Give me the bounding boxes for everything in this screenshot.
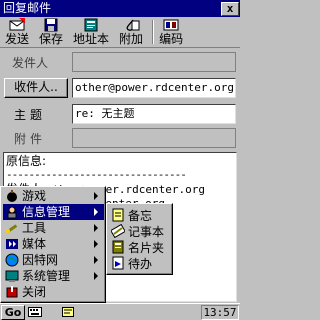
subject-label: 主题 — [14, 108, 47, 122]
menu-item-label: 系统管理 — [22, 269, 71, 283]
send-icon — [9, 18, 25, 31]
business-card-icon — [112, 240, 124, 254]
close-button[interactable]: x — [221, 1, 239, 16]
recipients-field[interactable]: other@power.rdcenter.org — [72, 78, 236, 98]
menu-item-internet[interactable]: 因特网 — [3, 252, 104, 268]
media-icon — [6, 239, 18, 249]
info-management-icon — [7, 206, 17, 219]
menu-item-info-management[interactable]: 信息管理 — [3, 204, 104, 220]
submenu-arrow-icon — [94, 192, 98, 200]
subject-field[interactable]: re: 无主题 — [72, 104, 236, 124]
window-title: 回复邮件 — [3, 1, 52, 15]
keyboard-icon[interactable] — [28, 307, 42, 317]
go-button[interactable]: Go — [1, 305, 25, 320]
submenu-arrow-icon — [94, 208, 98, 216]
submenu-item-todo[interactable]: 待办 — [111, 255, 171, 271]
submenu-item-business-cards[interactable]: 名片夹 — [111, 239, 171, 255]
body-line-separator: -------------------------------- — [6, 168, 187, 181]
memo-icon — [112, 208, 124, 222]
attach-button[interactable]: 附加 — [116, 17, 146, 47]
menu-item-label: 关闭 — [22, 285, 47, 299]
clock: 13:57 — [201, 305, 239, 320]
toolbar: 发送 保存 地址本 附加 编码 — [0, 17, 240, 48]
menu-item-media[interactable]: 媒体 — [3, 236, 104, 252]
address-book-icon — [84, 18, 98, 32]
toolbar-separator — [152, 20, 155, 44]
menu-item-label: 信息管理 — [22, 205, 71, 219]
address-book-button[interactable]: 地址本 — [70, 17, 112, 47]
address-book-label: 地址本 — [73, 32, 110, 46]
submenu-arrow-icon — [94, 256, 98, 264]
menu-item-label: 工具 — [22, 221, 47, 235]
sender-label: 发件人 — [12, 56, 49, 70]
sender-row: 发件人 — [0, 50, 240, 74]
save-button[interactable]: 保存 — [36, 17, 66, 47]
submenu-item-memo[interactable]: 备忘 — [111, 207, 171, 223]
menu-item-shutdown[interactable]: 关闭 — [3, 284, 104, 300]
submenu-arrow-icon — [94, 272, 98, 280]
submenu-item-label: 名片夹 — [128, 240, 165, 255]
send-label: 发送 — [5, 32, 30, 46]
body-line-original: 原信息: — [6, 154, 47, 168]
submenu-arrow-icon — [94, 240, 98, 248]
submenu-item-label: 记事本 — [128, 224, 165, 239]
encoding-icon — [163, 19, 179, 31]
recipients-row: 收件人.. other@power.rdcenter.org — [0, 76, 240, 100]
save-label: 保存 — [39, 32, 64, 46]
message-icon[interactable] — [62, 307, 74, 317]
menu-item-label: 游戏 — [22, 189, 47, 203]
info-management-submenu: 备忘 记事本 名片夹 待办 — [106, 203, 173, 275]
attachment-row: 附件 — [0, 126, 240, 150]
menu-item-label: 媒体 — [22, 237, 47, 251]
start-menu: 游戏 信息管理 工具 媒体 因特网 系统管理 关闭 — [0, 186, 106, 303]
title-bar: 回复邮件 x — [0, 0, 240, 17]
attachment-label: 附件 — [14, 132, 47, 146]
menu-item-games[interactable]: 游戏 — [3, 188, 104, 204]
tools-icon — [6, 224, 18, 233]
subject-row: 主题 re: 无主题 — [0, 102, 240, 126]
internet-icon — [5, 253, 19, 267]
encoding-label: 编码 — [159, 32, 184, 46]
shutdown-icon — [6, 286, 18, 298]
todo-icon — [112, 256, 124, 270]
recipients-button[interactable]: 收件人.. — [4, 78, 68, 98]
attachment-field — [72, 128, 236, 148]
menu-item-system-management[interactable]: 系统管理 — [3, 268, 104, 284]
system-management-icon — [5, 270, 19, 282]
games-icon — [7, 190, 17, 202]
submenu-item-notepad[interactable]: 记事本 — [111, 223, 171, 239]
save-icon — [44, 18, 58, 32]
encoding-button[interactable]: 编码 — [156, 17, 186, 47]
mail-header-form: 发件人 收件人.. other@power.rdcenter.org 主题 re… — [0, 48, 240, 152]
menu-item-label: 因特网 — [22, 253, 59, 267]
menu-item-tools[interactable]: 工具 — [3, 220, 104, 236]
sender-field — [72, 52, 236, 72]
attach-label: 附加 — [119, 32, 144, 46]
submenu-item-label: 备忘 — [128, 208, 153, 223]
submenu-item-label: 待办 — [128, 256, 153, 271]
submenu-arrow-icon — [94, 224, 98, 232]
notepad-icon — [111, 224, 125, 238]
attach-icon — [126, 19, 140, 31]
send-button[interactable]: 发送 — [2, 17, 32, 47]
taskbar: Go 13:57 — [0, 303, 240, 320]
